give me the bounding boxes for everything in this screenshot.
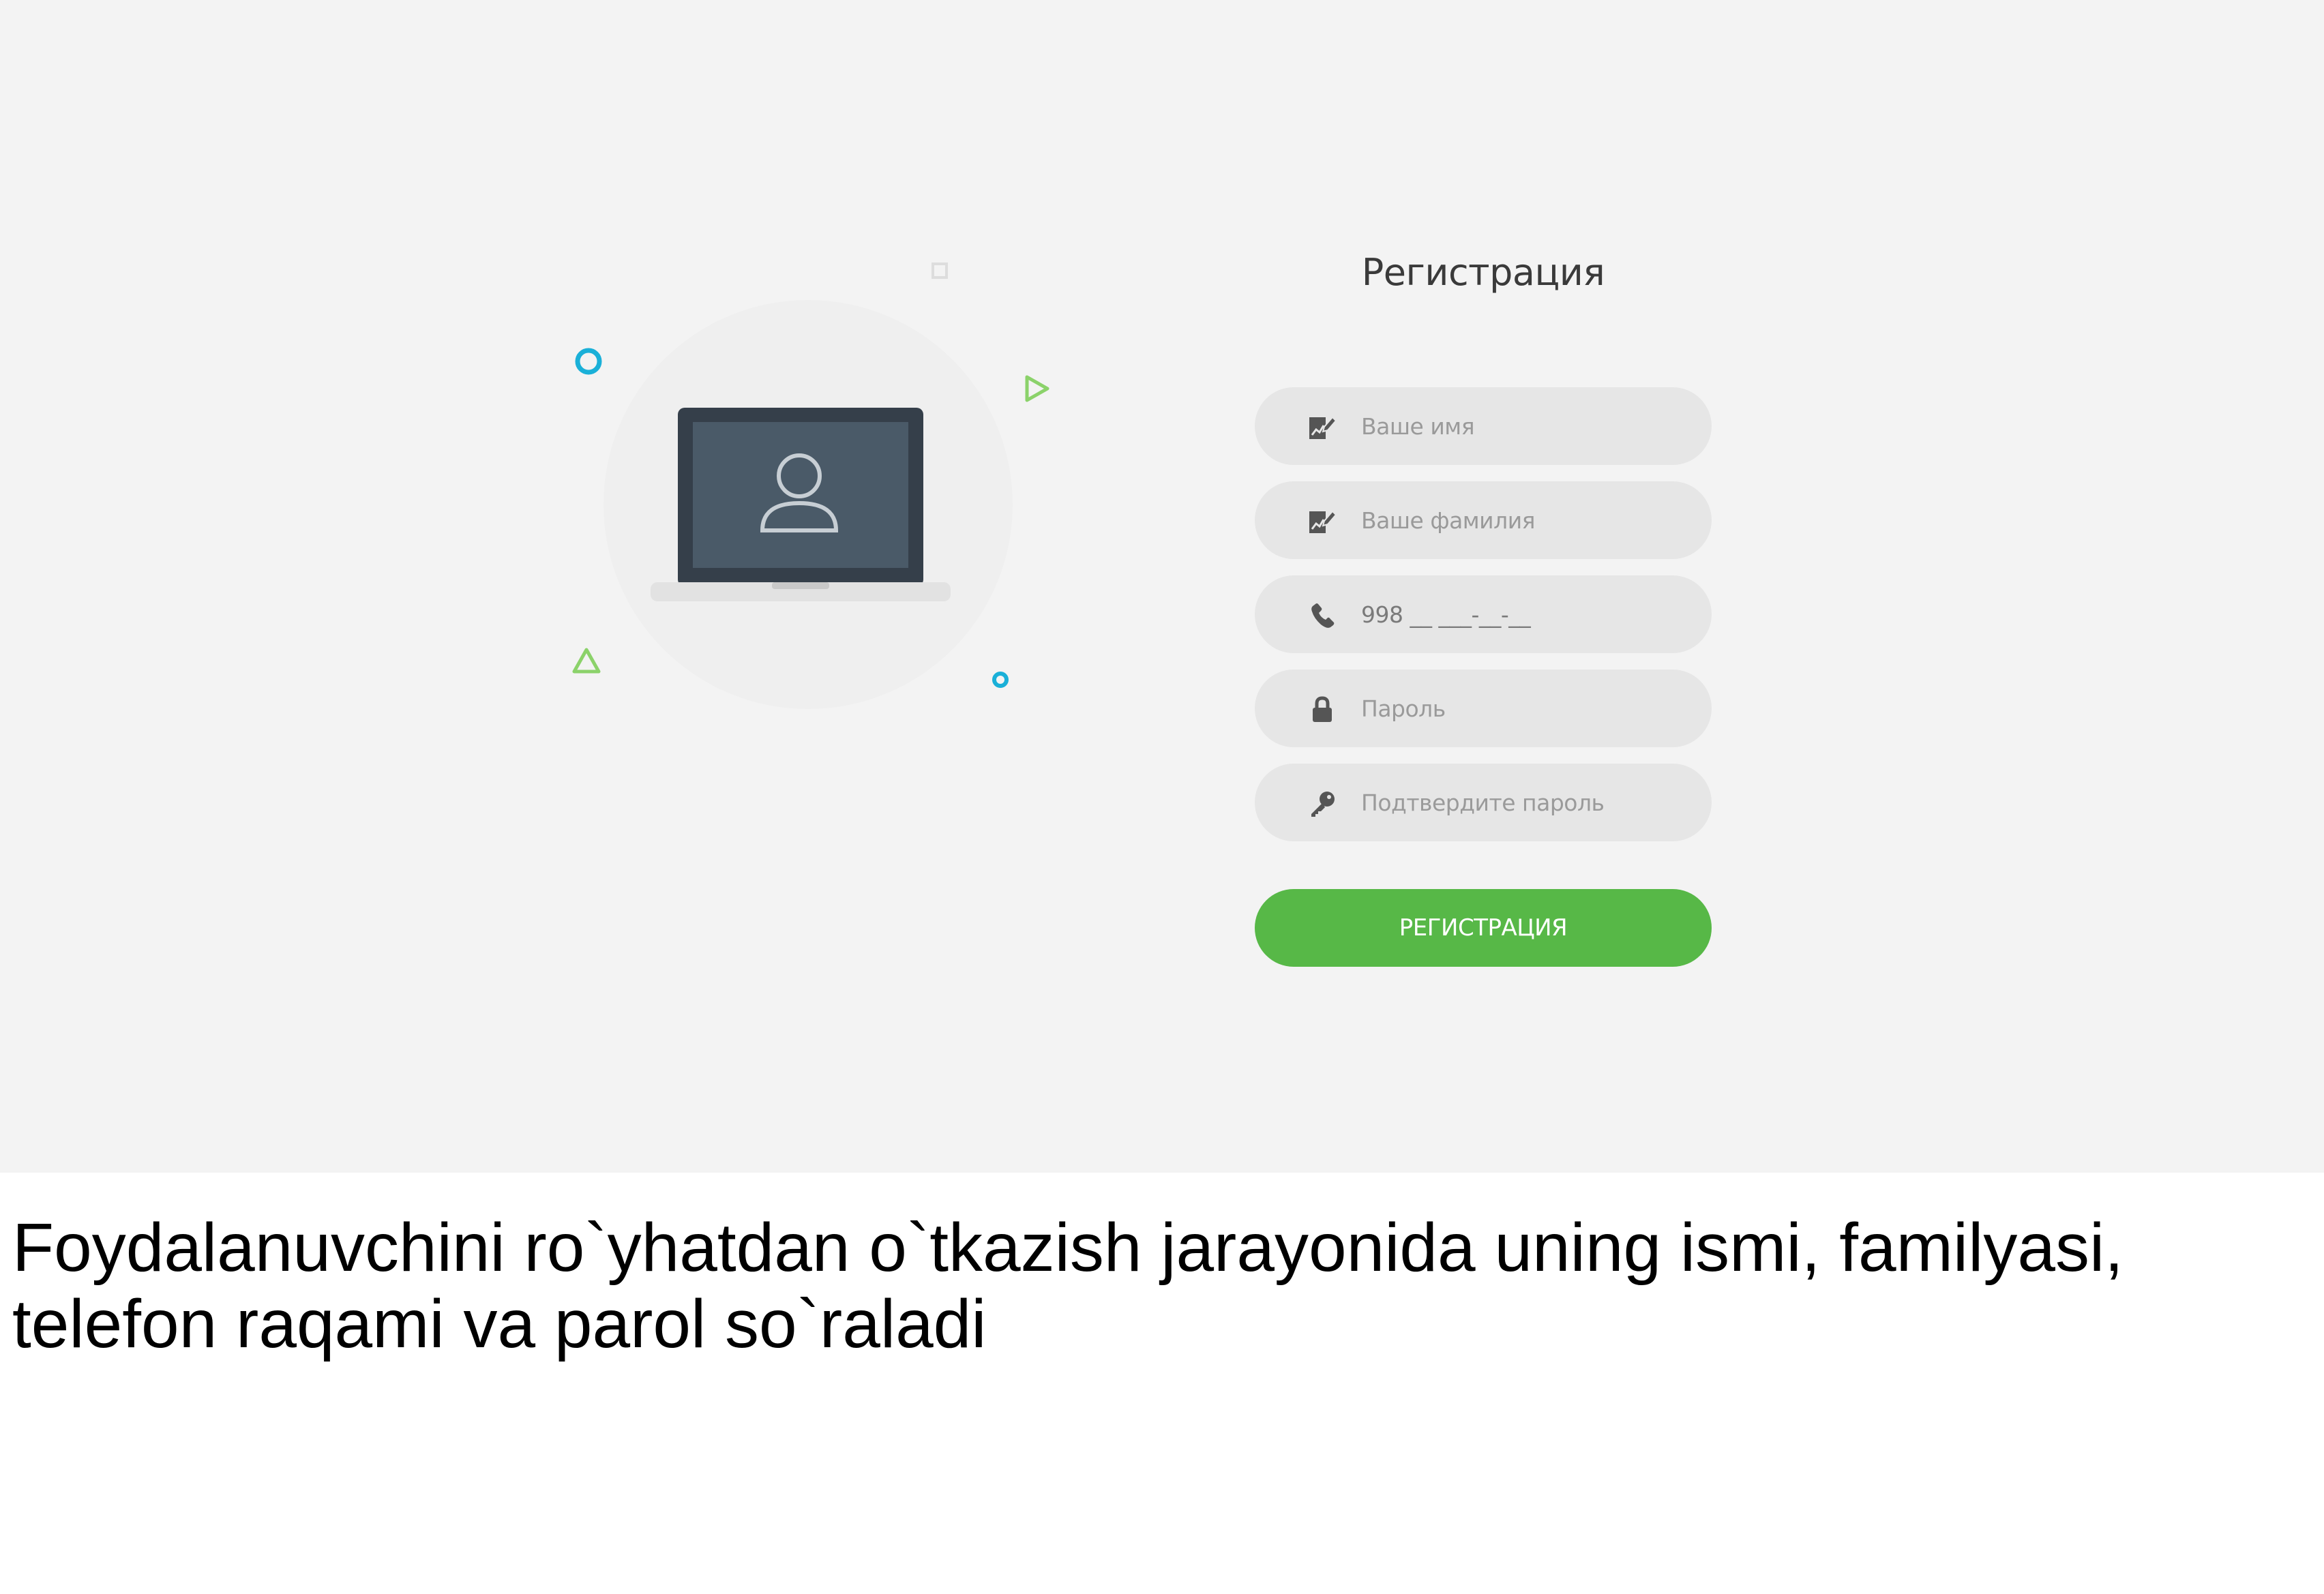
- confirm-password-input[interactable]: [1361, 764, 1688, 841]
- registration-screen: Регистрация Ваше имя Ваше фамилия 998 __…: [0, 0, 2324, 1173]
- edit-icon: [1308, 507, 1337, 536]
- decor-triangle-right: [1025, 375, 1049, 402]
- phone-field[interactable]: [1255, 575, 1712, 653]
- password-input[interactable]: [1361, 670, 1688, 747]
- key-icon: [1308, 790, 1337, 818]
- laptop-icon: [651, 408, 951, 601]
- edit-icon: [1308, 413, 1337, 442]
- last-name-input[interactable]: [1361, 481, 1688, 559]
- decor-triangle-up: [572, 648, 601, 674]
- first-name-field[interactable]: [1255, 387, 1712, 465]
- confirm-password-field[interactable]: [1255, 764, 1712, 841]
- phone-icon: [1308, 601, 1337, 630]
- decor-square: [932, 262, 948, 279]
- laptop-user-illustration: [532, 245, 1077, 736]
- password-field[interactable]: [1255, 670, 1712, 747]
- lock-icon: [1308, 695, 1337, 724]
- last-name-field[interactable]: [1255, 481, 1712, 559]
- decor-ring-small: [992, 672, 1009, 688]
- caption-text: Foydalanuvchini ro`yhatdan o`tkazish jar…: [12, 1209, 2124, 1362]
- decor-ring-large: [575, 348, 602, 375]
- phone-input[interactable]: [1361, 575, 1688, 653]
- register-button[interactable]: РЕГИСТРАЦИЯ: [1255, 889, 1712, 967]
- page-title: Регистрация: [1361, 251, 1605, 294]
- first-name-input[interactable]: [1361, 387, 1688, 465]
